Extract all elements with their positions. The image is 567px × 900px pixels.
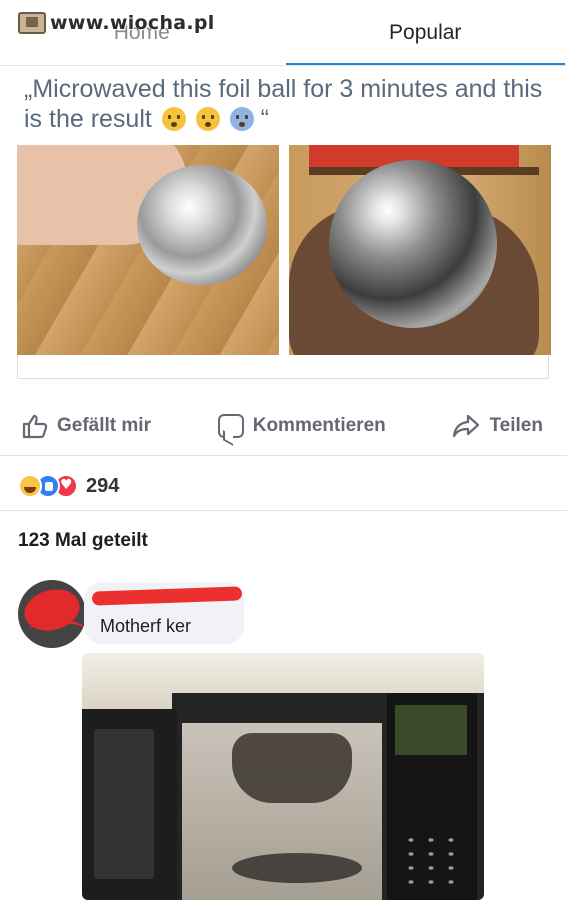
control-panel: [387, 693, 477, 900]
post-text-closing-quote: “: [260, 105, 269, 133]
comment-bubble-icon: [217, 413, 244, 438]
share-button[interactable]: Teilen: [452, 414, 543, 438]
polished-sphere: [329, 160, 497, 328]
haha-reaction-icon: [18, 474, 42, 498]
divider: [0, 510, 567, 511]
burn-damage: [232, 733, 352, 803]
thumbs-up-icon: [22, 414, 48, 438]
divider: [0, 65, 567, 66]
watermark-text: www.wiocha.pl: [50, 12, 215, 34]
comment-button[interactable]: Kommentieren: [217, 413, 386, 438]
like-button[interactable]: Gefällt mir: [22, 413, 151, 439]
burnt-microwave-photo[interactable]: [82, 653, 484, 900]
watermark: www.wiocha.pl: [18, 12, 215, 34]
keypad: [401, 833, 461, 893]
avatar[interactable]: [18, 580, 86, 648]
hushed-face-emoji-icon: [195, 107, 220, 131]
tab-popular[interactable]: Popular: [284, 0, 567, 66]
attachment-frame: [17, 355, 549, 379]
like-label: Gefällt mir: [57, 414, 151, 436]
burnt-floor: [232, 853, 362, 883]
foil-ball: [137, 165, 267, 285]
reaction-count: 294: [86, 474, 120, 497]
post-text: „Microwaved this foil ball for 3 minutes…: [24, 74, 544, 134]
foil-ball-photo[interactable]: [17, 145, 279, 355]
polished-sphere-photo[interactable]: [289, 145, 551, 355]
share-arrow-icon: [453, 414, 480, 437]
face-screaming-emoji-icon: [229, 107, 254, 131]
comment-text: Motherf ker: [100, 616, 192, 636]
action-bar: Gefällt mir Kommentieren Teilen: [0, 396, 567, 456]
share-label: Teilen: [489, 414, 543, 436]
watermark-logo-icon: [18, 12, 46, 34]
anguished-face-emoji-icon: [161, 107, 186, 131]
comment-label: Kommentieren: [252, 414, 386, 436]
reactions-summary[interactable]: 294: [18, 474, 119, 498]
share-count[interactable]: 123 Mal geteilt: [18, 530, 148, 552]
post-text-body: „Microwaved this foil ball for 3 minutes…: [24, 75, 543, 133]
microwave-door: [82, 709, 177, 900]
